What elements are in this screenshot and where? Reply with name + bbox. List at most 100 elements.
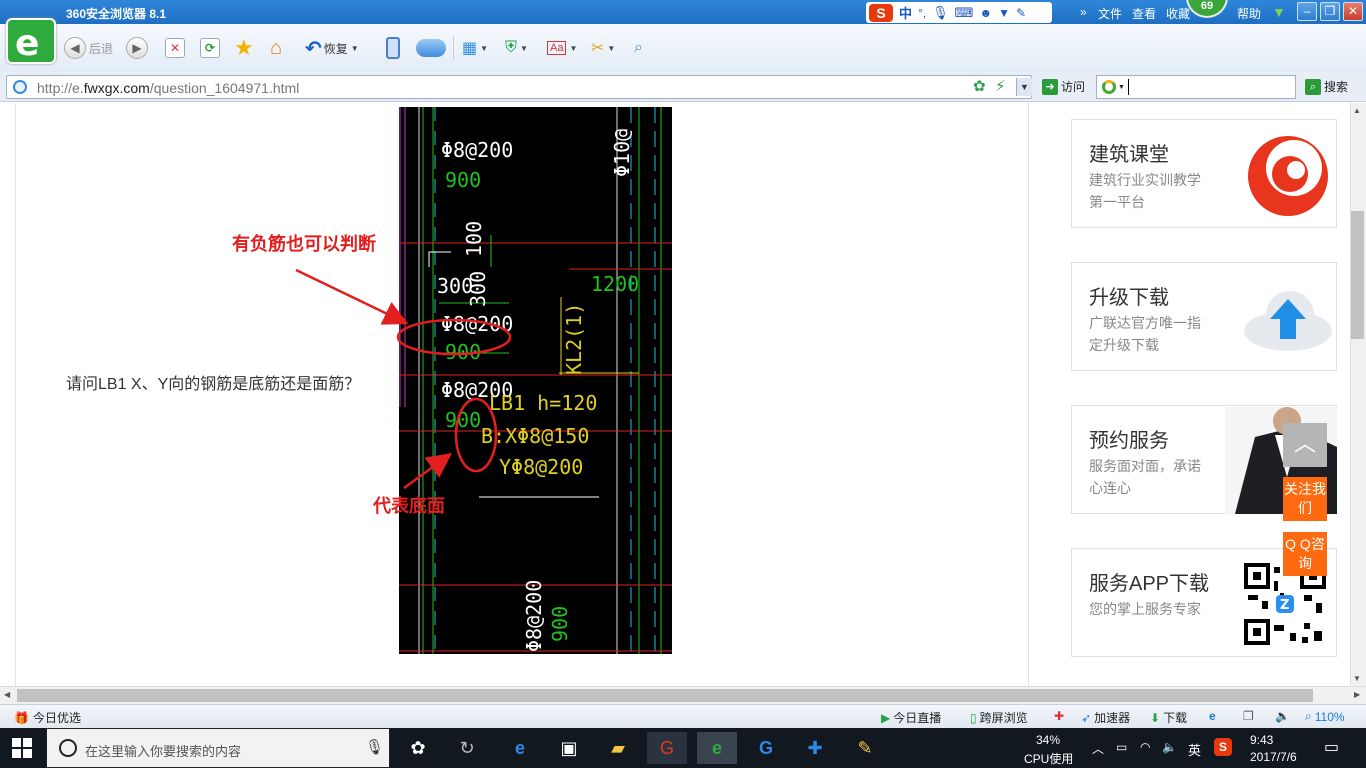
back-button[interactable]: ◀ 后退: [64, 35, 113, 61]
status-accelerator-button[interactable]: ➶ 加速器: [1081, 709, 1130, 726]
apps-grid-icon: ▦: [462, 40, 478, 57]
minimize-button[interactable]: –: [1297, 2, 1317, 21]
cloud-button[interactable]: [416, 35, 446, 61]
compat-mode-icon[interactable]: ✿: [973, 77, 986, 95]
restore-button[interactable]: ↶ 恢复 ▼: [305, 35, 359, 61]
menu-file[interactable]: 文件: [1098, 5, 1122, 22]
card-class[interactable]: 建筑课堂 建筑行业实训教学第一平台: [1071, 119, 1337, 228]
refresh-icon: ⟳: [200, 38, 220, 58]
content-border-right: [1028, 103, 1029, 686]
apps-button[interactable]: ▦ ▼: [462, 35, 488, 61]
card-desc: 您的掌上服务专家: [1089, 601, 1201, 617]
phone-sync-button[interactable]: [386, 35, 400, 61]
maximize-button[interactable]: ❐: [1320, 2, 1340, 21]
status-crossscreen-button[interactable]: ▯ 跨屏浏览: [970, 709, 1028, 726]
action-center-icon[interactable]: ▭: [1324, 737, 1339, 757]
scroll-down-arrow-icon[interactable]: ▼: [1353, 674, 1361, 683]
tray-sogou-icon[interactable]: S: [1214, 738, 1232, 756]
search-engine-dropdown-icon[interactable]: ▼: [1118, 84, 1125, 91]
lightning-mode-icon[interactable]: ⚡: [995, 77, 1006, 95]
back-to-top-button[interactable]: ︿: [1283, 423, 1327, 467]
refresh-button[interactable]: ⟳: [200, 35, 220, 61]
scroll-up-arrow-icon[interactable]: ▲: [1353, 106, 1361, 115]
menu-view[interactable]: 查看: [1132, 5, 1156, 22]
home-icon: ⌂: [270, 36, 283, 59]
taskbar-notes-icon[interactable]: ✎: [845, 732, 885, 764]
clock-time[interactable]: 9:43: [1250, 733, 1273, 747]
status-download-button[interactable]: ⬇ 下载: [1150, 709, 1187, 726]
taskbar-360browser-icon[interactable]: e: [697, 732, 737, 764]
vertical-scrollbar[interactable]: [1350, 103, 1366, 686]
keyboard-icon[interactable]: ⌨: [955, 5, 974, 21]
tray-volume-icon[interactable]: 🔈: [1162, 740, 1177, 754]
search-engine-icon[interactable]: [1102, 80, 1116, 94]
forward-button[interactable]: ▶: [126, 35, 148, 61]
card-title: 升级下载: [1089, 287, 1169, 309]
search-label: 搜索: [1324, 80, 1349, 94]
zoom-button[interactable]: ⌕ 110%: [1305, 709, 1345, 724]
skin-shirt-icon[interactable]: ▼: [1272, 4, 1286, 20]
scroll-left-arrow-icon[interactable]: ◀: [4, 690, 10, 699]
shirt-icon[interactable]: ▼: [998, 6, 1010, 20]
volume-icon[interactable]: 🔈: [1275, 709, 1290, 723]
taskbar-service-icon[interactable]: ✚: [795, 732, 835, 764]
home-button[interactable]: ⌂: [270, 35, 282, 61]
clock-date[interactable]: 2017/7/6: [1250, 750, 1297, 764]
magnifier-icon: ⌕: [634, 39, 643, 56]
translate-button[interactable]: Aa ▼: [547, 35, 577, 61]
search-input[interactable]: ▼: [1096, 75, 1296, 99]
scroll-right-arrow-icon[interactable]: ▶: [1354, 690, 1360, 699]
page-globe-icon: [13, 80, 27, 94]
start-button[interactable]: [12, 738, 32, 758]
zoom-search-button[interactable]: ⌕: [634, 35, 643, 61]
ime-mode-chinese[interactable]: 中: [899, 3, 912, 22]
payment-safe-button[interactable]: ⛨ ▼: [505, 35, 528, 61]
stop-button[interactable]: ✕: [165, 35, 185, 61]
taskbar-store-icon[interactable]: ▣: [549, 732, 589, 764]
follow-us-button[interactable]: 关注我们: [1283, 477, 1327, 521]
card-upgrade-download[interactable]: 升级下载 广联达官方唯一指定升级下载: [1071, 262, 1337, 371]
microphone-icon[interactable]: 🎙: [365, 738, 384, 756]
taskbar-edge-icon[interactable]: e: [500, 732, 540, 764]
status-live-button[interactable]: ▶ 今日直播: [881, 709, 941, 726]
card-title: 服务APP下载: [1089, 573, 1210, 595]
horizontal-scroll-thumb[interactable]: [17, 689, 1313, 702]
window-icon[interactable]: ❐: [1243, 709, 1254, 723]
more-chevron-icon[interactable]: »: [1080, 5, 1087, 19]
content-border-left: [15, 103, 16, 686]
text-cursor: [1128, 79, 1129, 95]
ime-punct[interactable]: °,: [918, 6, 926, 20]
menu-help[interactable]: 帮助: [1237, 5, 1261, 22]
tray-ime-label[interactable]: 英: [1188, 740, 1201, 759]
url-dropdown-icon[interactable]: ▼: [1016, 78, 1032, 96]
search-button[interactable]: ⌕ 搜索: [1305, 78, 1348, 95]
taskbar-app-swirl-icon[interactable]: ↻: [447, 732, 487, 764]
microphone-icon[interactable]: 🎙: [932, 5, 949, 21]
taskbar-glodon-icon[interactable]: G: [647, 732, 687, 764]
qq-consult-button[interactable]: Q Q咨询: [1283, 532, 1327, 576]
taskbar-search-box[interactable]: 在这里输入你要搜索的内容 🎙: [46, 728, 390, 768]
forward-arrow-icon: ▶: [126, 37, 148, 59]
taskbar-app-pinwheel-icon[interactable]: ✿: [398, 732, 438, 764]
tray-wifi-icon[interactable]: ◠: [1140, 740, 1150, 754]
sogou-ime-bar[interactable]: S 中 °, 🎙 ⌨ ☻ ▼ ✎: [866, 2, 1052, 23]
tray-chevron-icon[interactable]: ︿: [1092, 740, 1104, 757]
taskbar-glodon2-icon[interactable]: G: [746, 732, 786, 764]
address-input[interactable]: http://e.fwxgx.com/question_1604971.html…: [6, 75, 1032, 99]
status-label: 跨屏浏览: [979, 711, 1028, 725]
browser-logo-icon[interactable]: e: [6, 18, 56, 64]
close-button[interactable]: ✕: [1343, 2, 1363, 21]
menu-favorites[interactable]: 收藏: [1166, 5, 1190, 22]
visit-button[interactable]: ➜ 访问: [1042, 78, 1085, 95]
taskbar-explorer-icon[interactable]: ▰: [598, 732, 638, 764]
screenshot-button[interactable]: ✂ ▼: [591, 35, 615, 61]
ie-icon[interactable]: e: [1209, 709, 1216, 723]
taskbar-search-placeholder: 在这里输入你要搜索的内容: [85, 744, 242, 759]
status-plus-icon[interactable]: ✚: [1054, 709, 1064, 723]
vertical-scroll-thumb[interactable]: [1351, 211, 1364, 339]
tray-battery-icon[interactable]: ▭: [1116, 740, 1127, 754]
wrench-icon[interactable]: ✎: [1016, 6, 1026, 20]
people-icon[interactable]: ☻: [979, 6, 992, 20]
favorites-star-button[interactable]: ★: [234, 35, 254, 61]
today-picks-button[interactable]: 🎁 今日优选: [14, 709, 81, 726]
